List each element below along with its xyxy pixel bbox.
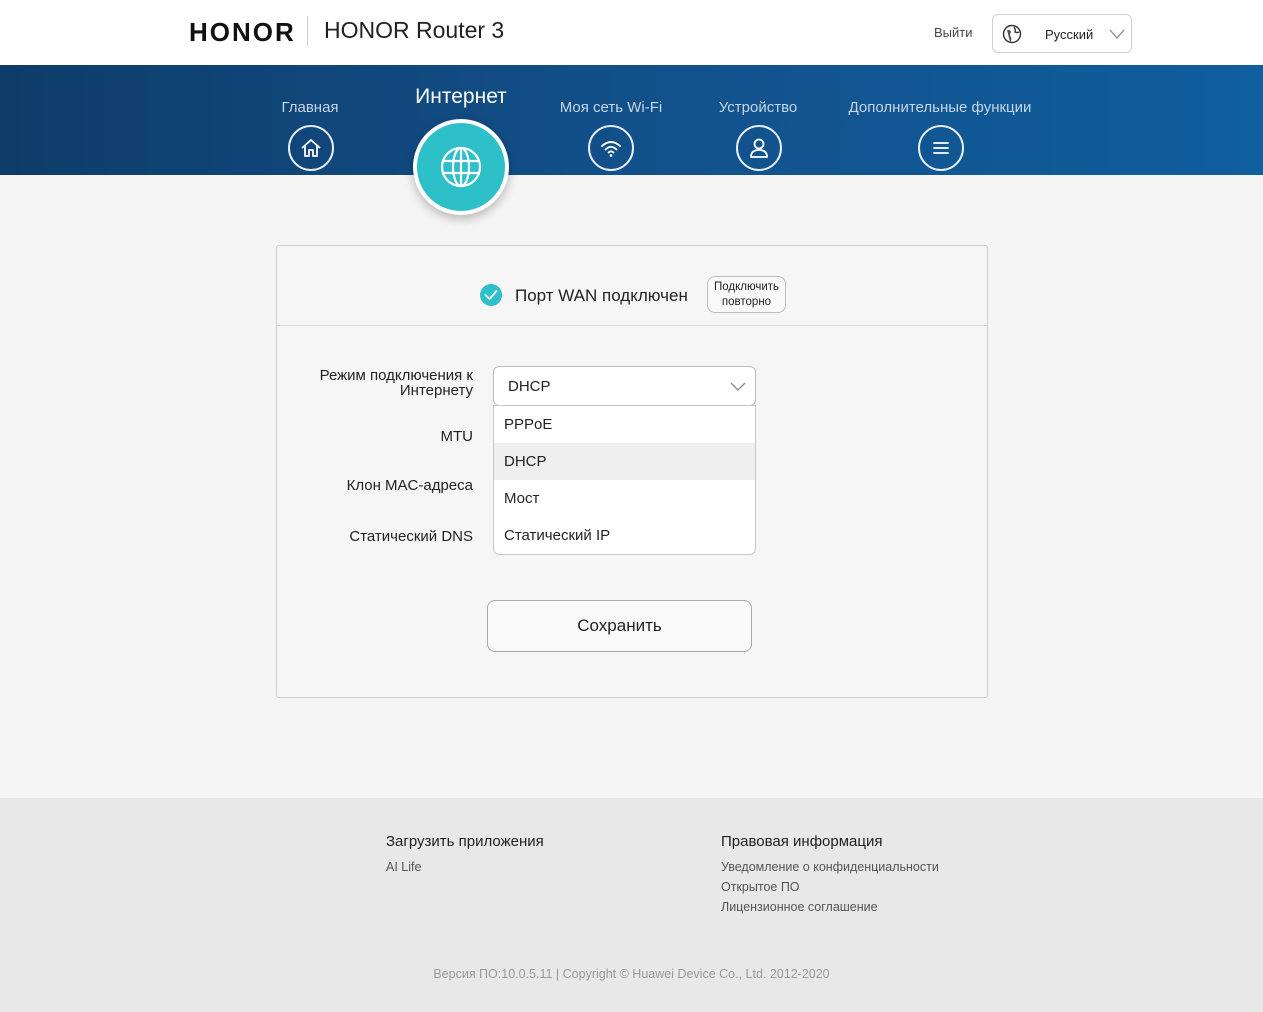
internet-settings-panel: Порт WAN подключен Подключить повторно Р… bbox=[276, 245, 988, 698]
nav-internet-circle bbox=[413, 119, 509, 215]
logout-link[interactable]: Выйти bbox=[934, 25, 973, 40]
footer-apps-title: Загрузить приложения bbox=[386, 833, 544, 850]
reconnect-button[interactable]: Подключить повторно bbox=[707, 276, 786, 313]
nav-label-wifi: Моя сеть Wi-Fi bbox=[559, 99, 663, 116]
mtu-label: MTU bbox=[440, 428, 474, 445]
globe-icon bbox=[440, 146, 482, 188]
footer-link-privacy[interactable]: Уведомление о конфиденциальности bbox=[721, 860, 939, 874]
nav-label-devices: Устройство bbox=[718, 99, 798, 116]
globe-icon bbox=[1002, 24, 1022, 44]
option-pppoe[interactable]: PPPoE bbox=[494, 406, 755, 443]
page-footer: Загрузить приложения AI Life Правовая ин… bbox=[0, 798, 1263, 1012]
nav-home-circle bbox=[288, 125, 334, 171]
nav-advanced-circle bbox=[918, 125, 964, 171]
top-header: HONOR HONOR Router 3 Выйти Русский bbox=[0, 0, 1263, 65]
connection-mode-select[interactable]: DHCP bbox=[493, 366, 756, 406]
wifi-icon bbox=[601, 141, 621, 157]
connection-mode-value: DHCP bbox=[508, 378, 551, 395]
footer-legal-title: Правовая информация bbox=[721, 833, 883, 850]
nav-label-advanced: Дополнительные функции bbox=[848, 99, 1032, 116]
reconnect-label-line2: повторно bbox=[721, 296, 772, 308]
language-label: Русский bbox=[1045, 27, 1094, 42]
connection-mode-label: Режим подключения к Интернету bbox=[319, 367, 473, 399]
option-bridge[interactable]: Мост bbox=[494, 480, 755, 517]
language-select[interactable]: Русский bbox=[992, 14, 1132, 53]
menu-icon bbox=[933, 142, 949, 154]
connection-mode-dropdown: PPPoE DHCP Мост Статический IP bbox=[493, 405, 756, 555]
static-dns-label: Статический DNS bbox=[349, 528, 473, 545]
home-icon bbox=[301, 139, 321, 157]
wan-status-row: Порт WAN подключен Подключить повторно bbox=[277, 246, 987, 326]
chevron-down-icon bbox=[730, 382, 746, 391]
nav-wifi-circle bbox=[588, 125, 634, 171]
chevron-down-icon bbox=[1109, 29, 1125, 39]
save-button[interactable]: Сохранить bbox=[487, 600, 752, 652]
main-nav: Главная Интернет Моя сеть Wi-Fi Устройст… bbox=[0, 65, 1263, 215]
footer-link-ai-life[interactable]: AI Life bbox=[386, 860, 421, 874]
mac-clone-label: Клон MAC-адреса bbox=[346, 477, 473, 494]
nav-devices-circle bbox=[736, 125, 782, 171]
check-icon bbox=[480, 284, 502, 306]
wan-status-text: Порт WAN подключен bbox=[515, 286, 688, 305]
nav-label-home: Главная bbox=[281, 99, 339, 116]
footer-link-open-source[interactable]: Открытое ПО bbox=[721, 880, 800, 894]
user-icon bbox=[750, 138, 768, 158]
product-name: HONOR Router 3 bbox=[324, 17, 505, 43]
honor-logo: HONOR bbox=[189, 17, 296, 47]
copyright-text: Версия ПО:10.0.5.11 | Copyright © Huawei… bbox=[433, 967, 830, 981]
reconnect-label-line1: Подключить bbox=[713, 281, 780, 293]
option-static-ip[interactable]: Статический IP bbox=[494, 517, 755, 554]
footer-link-license[interactable]: Лицензионное соглашение bbox=[721, 900, 878, 914]
nav-label-internet: Интернет bbox=[415, 85, 507, 108]
option-dhcp[interactable]: DHCP bbox=[494, 443, 755, 480]
logo-divider bbox=[307, 16, 308, 46]
